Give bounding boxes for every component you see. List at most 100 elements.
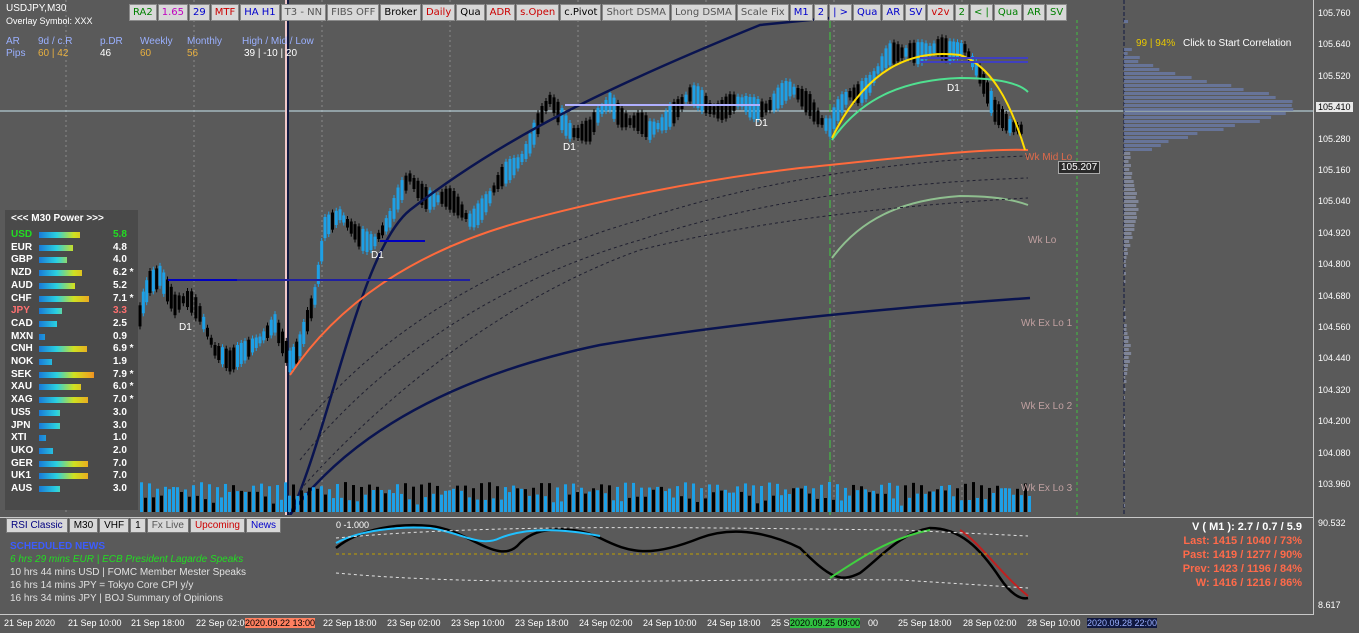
toolbar-button[interactable]: FIBS OFF [327,4,380,21]
volume-bar [148,483,151,512]
price-chart[interactable] [0,0,1313,516]
volume-bar [368,484,371,512]
price-axis[interactable]: 105.760 105.640 105.520 105.410 105.280 105.1… [1313,0,1359,615]
power-row: CNH 6.9 * [9,343,137,355]
correlation-button[interactable]: Click to Start Correlation [1183,38,1291,49]
candle [254,337,258,348]
toolbar-button[interactable]: MTF [210,4,240,21]
time-tick: 25 Sep 18:00 [898,618,952,628]
toolbar-button[interactable]: Daily [421,4,456,21]
volume-bar [716,484,719,512]
volume-profile-bar [1124,356,1129,359]
volume-bar [1008,488,1011,512]
toolbar-button[interactable]: Qua [853,4,882,21]
toolbar-button[interactable]: Qua [993,4,1023,21]
volume-profile-bar [1124,256,1127,259]
volume-bar [840,500,843,512]
toolbar-button[interactable]: < | [969,4,993,21]
candle [856,84,860,104]
news-list: 6 hrs 29 mins EUR | ECB President Lagard… [10,553,246,605]
toolbar-button[interactable]: Broker [380,4,421,21]
candle [616,102,620,125]
volume-bar [956,488,959,512]
candle [1012,122,1016,133]
candle [190,291,194,313]
candle [400,180,404,200]
toolbar-button[interactable]: Qua [456,4,485,21]
vol-past: Past: 1419 / 1277 / 90% [1182,549,1302,561]
toolbar-button[interactable]: v2v [927,4,954,21]
level-wk-lo: Wk Lo [1028,235,1057,246]
volume-bar [944,490,947,512]
volume-bar [304,492,307,512]
osc-tab[interactable]: 1 [130,518,146,533]
osc-tab[interactable]: VHF [99,518,130,533]
candle [836,99,840,121]
volume-profile-bar [1124,76,1192,79]
toolbar-button[interactable]: Long DSMA [670,4,736,21]
volume-bar [508,492,511,512]
volume-bar [604,493,607,512]
osc-tab[interactable]: News [245,518,281,533]
toolbar-button[interactable]: Scale Fix [736,4,789,21]
toolbar-button[interactable]: RA2 [129,4,157,21]
candle [353,224,357,240]
candle [612,97,616,119]
volume-bar [596,490,599,512]
volume-bar [428,482,431,512]
volume-bar [912,482,915,512]
time-axis[interactable]: 21 Sep 2020 21 Sep 10:00 21 Sep 18:00 22 Se… [0,614,1313,633]
volume-profile-bar [1124,224,1135,227]
volume-bar [600,484,603,512]
candle [632,115,636,128]
toolbar-button[interactable]: 2 [954,4,969,21]
power-value: 0.9 [113,330,127,342]
volume-bar [516,488,519,512]
volume-bar [848,495,851,512]
candle [624,113,628,128]
toolbar-button[interactable]: SV [905,4,927,21]
toolbar-button[interactable]: s.Open [516,4,560,21]
toolbar-button[interactable]: T3 - NN [280,4,327,21]
osc-tab[interactable]: RSI Classic [6,518,68,533]
volume-bar [724,489,727,512]
toolbar-button[interactable]: AR [1023,4,1046,21]
power-bar [39,460,88,467]
toolbar-button[interactable]: AR [882,4,905,21]
toolbar-button[interactable]: 2 [813,4,829,21]
volume-bar [772,495,775,512]
osc-tab[interactable]: Upcoming [189,518,245,533]
toolbar-button[interactable]: 29 [189,4,210,21]
volume-bar [628,497,631,512]
candle [262,331,266,341]
power-row: XAG 7.0 * [9,394,137,406]
osc-tab[interactable]: M30 [68,518,99,533]
candle [684,94,688,102]
toolbar-button[interactable]: c.Pivot [560,4,602,21]
volume-profile-bar [1124,504,1125,507]
osc-tab[interactable]: Fx Live [146,518,189,533]
power-currency: USD [11,229,33,240]
toolbar-button[interactable]: 1.65 [157,4,189,21]
volume-bar [336,484,339,512]
candle [644,115,648,137]
price-tick: 104.680 [1318,290,1351,301]
volume-bar [728,492,731,512]
volume-profile-bar [1124,380,1127,383]
volume-bar [520,488,523,512]
power-value: 3.0 [113,406,127,418]
stat-weekly-value: 60 [140,48,152,59]
volume-bar [236,491,239,512]
volume-profile-bar [1124,188,1135,191]
candle [388,211,392,228]
volume-bar [420,484,423,512]
toolbar-button[interactable]: ADR [485,4,516,21]
volume-bar [488,482,491,512]
toolbar-button[interactable]: | > [829,4,853,21]
toolbar-button[interactable]: HA H1 [240,4,280,21]
candle [213,344,217,356]
volume-bar [632,482,635,512]
toolbar-button[interactable]: SV [1046,4,1068,21]
toolbar-button[interactable]: M1 [789,4,813,21]
toolbar-button[interactable]: Short DSMA [602,4,670,21]
